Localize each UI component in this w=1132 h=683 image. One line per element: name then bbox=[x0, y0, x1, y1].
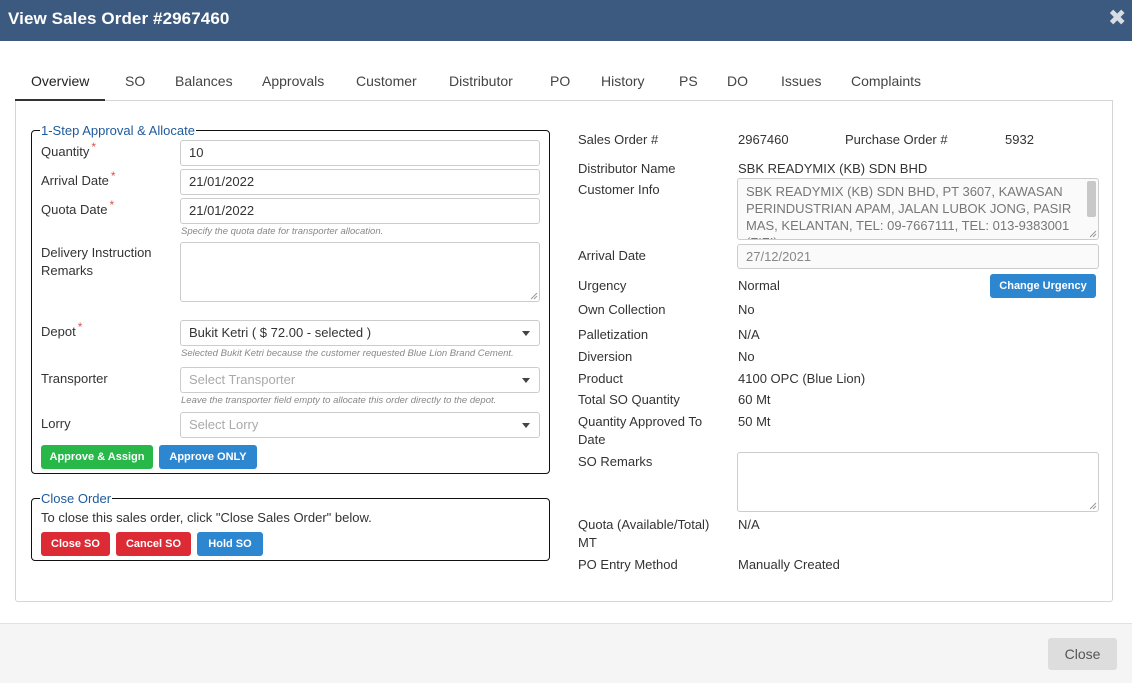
po-number-label: Purchase Order # bbox=[845, 132, 948, 147]
transporter-select[interactable]: Select Transporter bbox=[180, 367, 540, 393]
tab-overview[interactable]: Overview bbox=[15, 63, 106, 101]
tab-customer[interactable]: Customer bbox=[356, 63, 417, 101]
quota-label: Quota (Available/Total) MT bbox=[578, 517, 710, 550]
depot-label: Depot * bbox=[41, 320, 83, 339]
tab-po[interactable]: PO bbox=[550, 63, 570, 101]
transporter-help: Leave the transporter field empty to all… bbox=[181, 395, 497, 406]
quota-date-help: Specify the quota date for transporter a… bbox=[181, 226, 384, 237]
cancel-so-button[interactable]: Cancel SO bbox=[116, 532, 191, 556]
so-remarks-label: SO Remarks bbox=[578, 454, 653, 469]
close-icon[interactable]: ✖ bbox=[1108, 7, 1126, 29]
distributor-name-value: SBK READYMIX (KB) SDN BHD bbox=[738, 161, 928, 176]
product-value: 4100 OPC (Blue Lion) bbox=[738, 371, 866, 386]
tab-so[interactable]: SO bbox=[125, 63, 145, 101]
tab-balances[interactable]: Balances bbox=[175, 63, 233, 101]
approve-assign-button[interactable]: Approve & Assign bbox=[41, 445, 153, 469]
quantity-approved-label: Quantity Approved To Date bbox=[578, 414, 703, 447]
so-number-label: Sales Order # bbox=[578, 132, 659, 147]
lorry-select[interactable]: Select Lorry bbox=[180, 412, 540, 438]
tab-issues[interactable]: Issues bbox=[781, 63, 821, 101]
customer-info-label: Customer Info bbox=[578, 182, 660, 197]
tab-bar: Overview SO Balances Approvals Customer … bbox=[15, 63, 1113, 101]
lorry-label: Lorry bbox=[41, 416, 71, 431]
arrival-date-label: Arrival Date bbox=[578, 248, 646, 263]
chevron-down-icon bbox=[522, 378, 530, 383]
depot-select[interactable]: Bukit Ketri ( $ 72.00 - selected ) bbox=[180, 320, 540, 346]
urgency-label: Urgency bbox=[578, 278, 627, 293]
depot-help: Selected Bukit Ketri because the custome… bbox=[181, 348, 514, 359]
required-mark: * bbox=[110, 169, 116, 183]
chevron-down-icon bbox=[522, 423, 530, 428]
own-collection-value: No bbox=[738, 302, 755, 317]
change-urgency-button[interactable]: Change Urgency bbox=[990, 274, 1096, 298]
quota-date-label: Quota Date * bbox=[41, 198, 115, 217]
modal-header: View Sales Order #2967460 ✖ bbox=[0, 0, 1132, 41]
modal-footer bbox=[0, 624, 1132, 683]
hold-so-button[interactable]: Hold SO bbox=[197, 532, 263, 556]
product-label: Product bbox=[578, 371, 623, 386]
arrival-date-field: 27/12/2021 bbox=[737, 244, 1099, 269]
palletization-value: N/A bbox=[738, 327, 760, 342]
distributor-name-label: Distributor Name bbox=[578, 161, 676, 176]
tab-history[interactable]: History bbox=[601, 63, 645, 101]
own-collection-label: Own Collection bbox=[578, 302, 666, 317]
approval-legend: 1-Step Approval & Allocate bbox=[41, 123, 195, 138]
tab-complaints[interactable]: Complaints bbox=[851, 63, 921, 101]
close-button[interactable]: Close bbox=[1048, 638, 1117, 670]
customer-info-textarea[interactable]: SBK READYMIX (KB) SDN BHD, PT 3607, KAWA… bbox=[737, 178, 1099, 240]
resize-grip-icon bbox=[1089, 502, 1097, 510]
delivery-remarks-textarea[interactable] bbox=[180, 242, 540, 302]
diversion-label: Diversion bbox=[578, 349, 633, 364]
quota-date-input[interactable]: 21/01/2022 bbox=[180, 198, 540, 224]
transporter-label: Transporter bbox=[41, 371, 108, 386]
po-entry-method-value: Manually Created bbox=[738, 557, 840, 572]
quantity-approved-value: 50 Mt bbox=[738, 414, 771, 429]
diversion-value: No bbox=[738, 349, 755, 364]
po-entry-method-label: PO Entry Method bbox=[578, 557, 678, 572]
close-so-button[interactable]: Close SO bbox=[41, 532, 110, 556]
customer-info-text: SBK READYMIX (KB) SDN BHD, PT 3607, KAWA… bbox=[746, 184, 1072, 239]
scrollbar-thumb[interactable] bbox=[1087, 181, 1096, 217]
modal-title: View Sales Order #2967460 bbox=[8, 9, 230, 28]
tab-approvals[interactable]: Approvals bbox=[262, 63, 324, 101]
close-order-description: To close this sales order, click "Close … bbox=[41, 510, 372, 525]
approve-only-button[interactable]: Approve ONLY bbox=[159, 445, 257, 469]
close-order-legend: Close Order bbox=[41, 491, 112, 506]
delivery-remarks-label: Delivery Instruction Remarks bbox=[41, 245, 152, 278]
so-number-value: 2967460 bbox=[738, 132, 789, 147]
quantity-label: Quantity * bbox=[41, 140, 97, 159]
total-so-quantity-value: 60 Mt bbox=[738, 392, 771, 407]
palletization-label: Palletization bbox=[578, 327, 649, 342]
required-mark: * bbox=[77, 320, 83, 334]
chevron-down-icon bbox=[522, 331, 530, 336]
required-mark: * bbox=[91, 140, 97, 154]
arrival-date-label: Arrival Date * bbox=[41, 169, 116, 188]
total-so-quantity-label: Total SO Quantity bbox=[578, 392, 680, 407]
resize-grip-icon bbox=[530, 292, 538, 300]
urgency-value: Normal bbox=[738, 278, 780, 293]
tab-ps[interactable]: PS bbox=[679, 63, 698, 101]
so-remarks-textarea[interactable] bbox=[737, 452, 1099, 512]
tab-do[interactable]: DO bbox=[727, 63, 748, 101]
arrival-date-input[interactable]: 21/01/2022 bbox=[180, 169, 540, 195]
quantity-input[interactable]: 10 bbox=[180, 140, 540, 166]
quota-value: N/A bbox=[738, 517, 760, 532]
resize-grip-icon bbox=[1089, 230, 1097, 238]
tab-distributor[interactable]: Distributor bbox=[449, 63, 513, 101]
po-number-value: 5932 bbox=[1005, 132, 1034, 147]
required-mark: * bbox=[109, 198, 115, 212]
